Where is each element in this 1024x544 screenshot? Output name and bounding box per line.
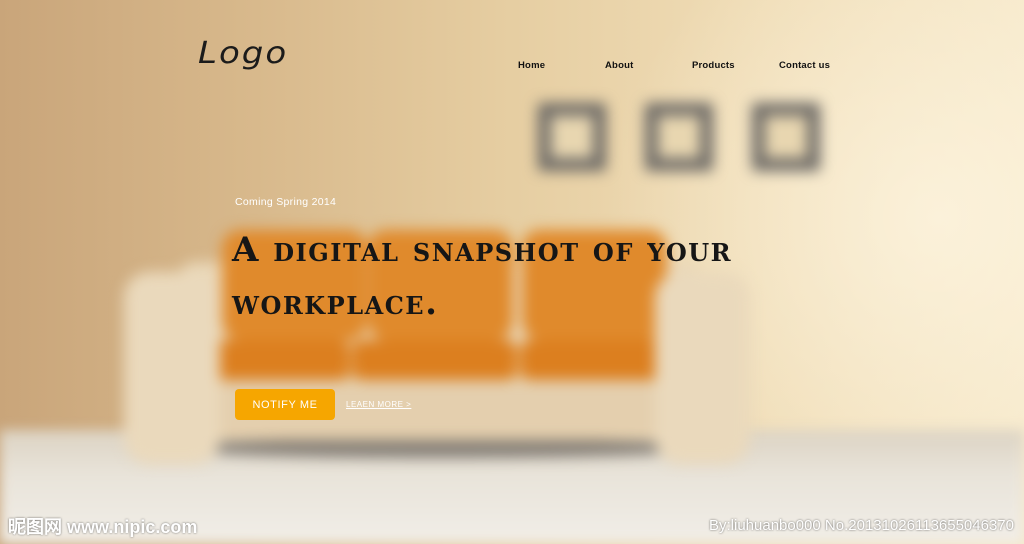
wall-frame [645, 103, 713, 171]
wall-frame [752, 103, 820, 171]
hero-headline: A digital snapshot of your workplace. [232, 230, 733, 323]
hero-tagline: Coming Spring 2014 [235, 196, 337, 208]
nav-about[interactable]: About [605, 60, 633, 71]
watermark-right: By:liuhuanbo000 No.20131026113655046370 [708, 517, 1014, 534]
learn-more-link[interactable]: LEAEN MORE > [346, 400, 411, 409]
wall-frame [538, 103, 606, 171]
main-nav: Home About Products Contact us [0, 60, 1024, 74]
watermark-left: 昵图网 www.nipic.com [8, 517, 198, 537]
sofa-seat [352, 340, 517, 380]
nav-products[interactable]: Products [692, 60, 735, 71]
nav-home[interactable]: Home [518, 60, 545, 71]
sofa-shadow [180, 438, 700, 458]
notify-me-button[interactable]: NOTIFY ME [235, 389, 335, 420]
sofa-arm-left [124, 272, 220, 464]
nav-contact[interactable]: Contact us [779, 60, 830, 71]
